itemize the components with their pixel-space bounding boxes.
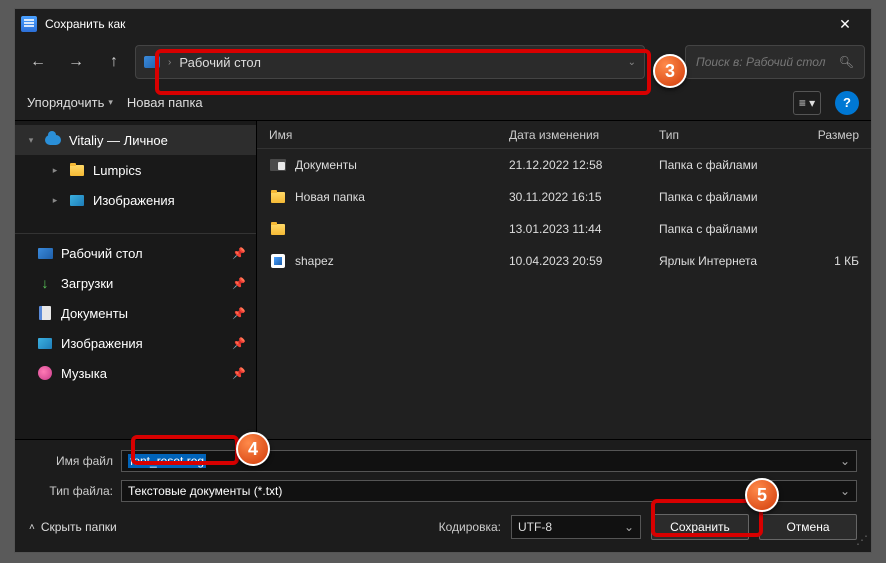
col-date[interactable]: Дата изменения [509,128,659,142]
file-row[interactable]: 13.01.2023 11:44Папка с файлами [257,213,871,245]
file-list-area: Имя Дата изменения Тип Размер Документы2… [257,121,871,439]
col-name[interactable]: Имя [269,128,509,142]
filetype-label: Тип файла: [29,484,121,498]
close-button[interactable]: ✕ [825,9,865,39]
file-list: Документы21.12.2022 12:58Папка с файлами… [257,149,871,439]
new-folder-button[interactable]: Новая папка [127,95,203,110]
file-row[interactable]: shapez10.04.2023 20:59Ярлык Интернета1 К… [257,245,871,277]
address-bar[interactable]: › Рабочий стол ⌄ [135,45,645,79]
chevron-right-icon[interactable]: ▸ [49,165,61,176]
refresh-button[interactable]: ⟳ [649,46,681,78]
col-type[interactable]: Тип [659,128,809,142]
breadcrumb-location: Рабочий стол [179,55,261,70]
notepad-icon [21,16,37,32]
pin-icon: 📌 [232,247,246,260]
encoding-label: Кодировка: [439,520,501,534]
titlebar: Сохранить как ✕ [15,9,871,39]
chevron-down-icon[interactable]: ⌄ [628,57,636,68]
desktop-icon [38,248,53,259]
pin-icon: 📌 [232,367,246,380]
back-button[interactable]: ← [21,45,55,79]
quick-access: Рабочий стол 📌 ↓ Загрузки 📌 Документы 📌 … [15,233,256,388]
music-icon [38,366,52,380]
col-size[interactable]: Размер [809,128,859,142]
nav-row: ← → ↑ › Рабочий стол ⌄ ⟳ Поиск в: Рабочи… [15,39,871,85]
up-button[interactable]: ↑ [97,45,131,79]
window-title: Сохранить как [45,17,825,31]
tree-images[interactable]: ▸ Изображения [15,185,256,215]
file-row[interactable]: Документы21.12.2022 12:58Папка с файлами [257,149,871,181]
quick-downloads[interactable]: ↓ Загрузки 📌 [15,268,256,298]
encoding-select[interactable]: UTF-8 [511,515,641,539]
tree-personal[interactable]: ▾ Vitaliy — Личное [15,125,256,155]
save-as-dialog: Сохранить как ✕ ← → ↑ › Рабочий стол ⌄ ⟳… [14,8,872,553]
quick-pictures[interactable]: Изображения 📌 [15,328,256,358]
chevron-down-icon: ▾ [108,97,113,108]
save-button[interactable]: Сохранить [651,514,749,540]
column-headers[interactable]: Имя Дата изменения Тип Размер [257,121,871,149]
file-row[interactable]: Новая папка30.11.2022 16:15Папка с файла… [257,181,871,213]
search-icon: 🔍︎ [839,55,854,69]
content-area: ▾ Vitaliy — Личное ▸ Lumpics ▸ Изображен… [15,121,871,439]
filetype-value: Текстовые документы (*.txt) [128,484,282,498]
bottom-panel: Имя файл font_reset.reg Тип файла: Текст… [15,439,871,552]
filename-input[interactable]: font_reset.reg [121,450,857,472]
chevron-up-icon: ˄ [29,522,35,533]
search-placeholder: Поиск в: Рабочий стол [696,55,825,69]
pictures-icon [38,338,52,349]
filename-value: font_reset.reg [128,454,206,468]
hide-folders-button[interactable]: ˄ Скрыть папки [29,520,117,534]
documents-icon [39,306,51,320]
cancel-button[interactable]: Отмена [759,514,857,540]
folder-icon [271,224,285,235]
pin-icon: 📌 [232,337,246,350]
folder-icon [70,165,84,176]
onedrive-icon [45,135,61,145]
quick-desktop[interactable]: Рабочий стол 📌 [15,238,256,268]
filetype-select[interactable]: Текстовые документы (*.txt) [121,480,857,502]
resize-grip[interactable]: ⋰ [856,537,868,549]
view-mode-button[interactable]: ≡ ▾ [793,91,821,115]
chevron-down-icon[interactable]: ▾ [25,135,37,146]
forward-button[interactable]: → [59,45,93,79]
pictures-icon [70,195,84,206]
docfolder-icon [270,159,286,171]
organize-menu[interactable]: Упорядочить ▾ [27,95,113,110]
quick-music[interactable]: Музыка 📌 [15,358,256,388]
help-button[interactable]: ? [835,91,859,115]
chevron-right-icon: › [168,57,171,68]
toolbar: Упорядочить ▾ Новая папка ≡ ▾ ? [15,85,871,121]
pin-icon: 📌 [232,307,246,320]
chevron-right-icon[interactable]: ▸ [49,195,61,206]
filename-label: Имя файл [29,454,121,468]
quick-documents[interactable]: Документы 📌 [15,298,256,328]
pin-icon: 📌 [232,277,246,290]
search-input[interactable]: Поиск в: Рабочий стол 🔍︎ [685,45,865,79]
folder-icon [271,192,285,203]
tree-lumpics[interactable]: ▸ Lumpics [15,155,256,185]
shapez-icon [271,254,285,268]
downloads-icon: ↓ [37,275,53,291]
nav-tree: ▾ Vitaliy — Личное ▸ Lumpics ▸ Изображен… [15,121,257,439]
desktop-icon [144,56,160,68]
